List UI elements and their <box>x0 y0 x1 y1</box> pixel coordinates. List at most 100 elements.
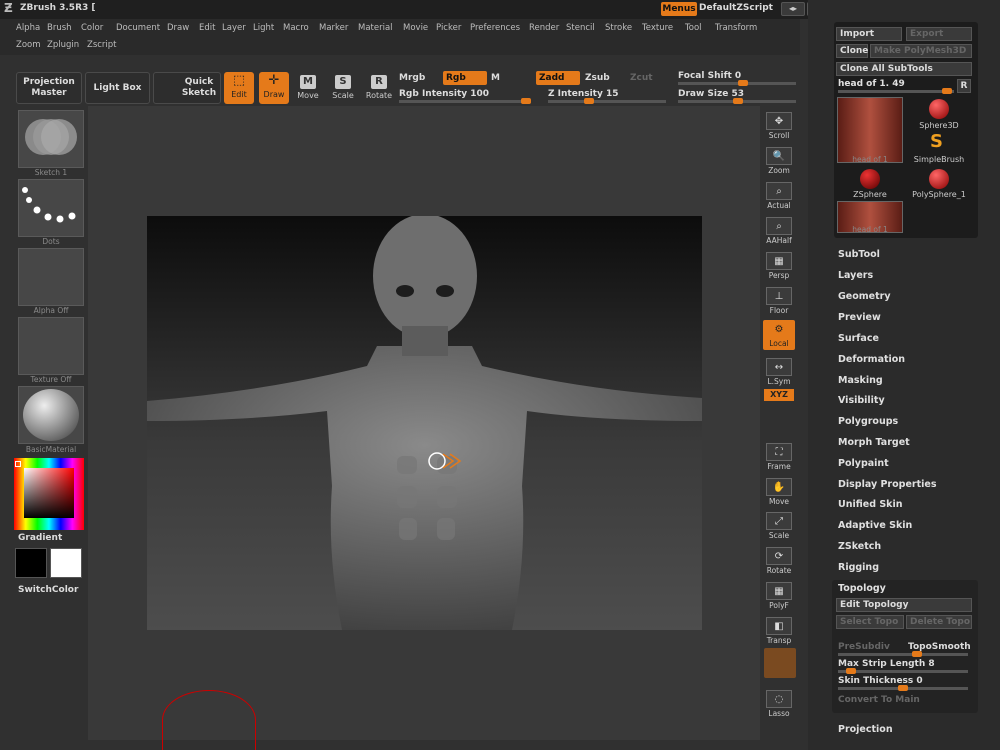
slider-knob[interactable] <box>521 98 531 104</box>
draw-size-slider[interactable] <box>678 98 796 104</box>
focal-shift-slider[interactable] <box>678 80 796 86</box>
ghost-button[interactable] <box>764 648 796 678</box>
polygroups-menu[interactable]: Polygroups <box>838 416 898 427</box>
slider-knob[interactable] <box>846 668 856 674</box>
slider-knob[interactable] <box>898 685 908 691</box>
menu-light[interactable]: Light <box>253 23 274 33</box>
default-zscript-label[interactable]: DefaultZScript <box>699 3 773 13</box>
simplebrush-icon[interactable]: S <box>930 131 943 152</box>
menu-transform[interactable]: Transform <box>715 23 757 33</box>
switch-color-button[interactable]: SwitchColor <box>18 585 78 595</box>
subtool-menu[interactable]: SubTool <box>838 249 880 260</box>
menu-material[interactable]: Material <box>358 23 393 33</box>
select-topo-button[interactable]: Select Topo <box>836 615 904 629</box>
menu-texture[interactable]: Texture <box>642 23 673 33</box>
transp-button[interactable]: ◧ Transp <box>763 617 795 647</box>
polypaint-menu[interactable]: Polypaint <box>838 458 889 469</box>
zcut-toggle[interactable]: Zcut <box>630 73 653 83</box>
menu-stroke[interactable]: Stroke <box>605 23 632 33</box>
tool-thumb-head[interactable] <box>837 97 903 163</box>
visibility-menu[interactable]: Visibility <box>838 395 885 406</box>
surface-menu[interactable]: Surface <box>838 333 879 344</box>
presubdiv-label[interactable]: PreSubdiv <box>838 642 890 652</box>
tool-slider[interactable] <box>838 88 954 94</box>
titlebar-nav-icon[interactable]: ◂▸ <box>781 2 805 16</box>
gradient-label[interactable]: Gradient <box>18 533 62 543</box>
lasso-button[interactable]: ◌ Lasso <box>763 690 795 720</box>
topology-header[interactable]: Topology <box>838 583 886 594</box>
menu-color[interactable]: Color <box>81 23 103 33</box>
menu-draw[interactable]: Draw <box>167 23 189 33</box>
floor-button[interactable]: ⊥ Floor <box>763 287 795 317</box>
m-toggle[interactable]: M <box>491 73 500 83</box>
menu-zoom[interactable]: Zoom <box>16 40 41 50</box>
slider-knob[interactable] <box>733 98 743 104</box>
menu-preferences[interactable]: Preferences <box>470 23 520 33</box>
stroke-thumbnail[interactable] <box>18 179 84 237</box>
menu-movie[interactable]: Movie <box>403 23 428 33</box>
edit-button[interactable]: ⬚ Edit <box>224 72 254 104</box>
rgb-intensity-slider[interactable] <box>399 98 531 104</box>
menu-edit[interactable]: Edit <box>199 23 215 33</box>
menu-layer[interactable]: Layer <box>222 23 246 33</box>
import-button[interactable]: Import <box>836 27 902 41</box>
preview-menu[interactable]: Preview <box>838 312 881 323</box>
mrgb-toggle[interactable]: Mrgb <box>399 73 425 83</box>
material-thumbnail[interactable] <box>18 386 84 444</box>
adaptive-skin-menu[interactable]: Adaptive Skin <box>838 520 912 531</box>
layers-menu[interactable]: Layers <box>838 270 873 281</box>
xyz-button[interactable]: XYZ <box>764 389 794 401</box>
menu-stencil[interactable]: Stencil <box>566 23 595 33</box>
export-button[interactable]: Export <box>906 27 972 41</box>
current-tool-label[interactable]: head of 1. 49 <box>838 79 905 89</box>
zadd-toggle[interactable]: Zadd <box>536 71 580 85</box>
geometry-menu[interactable]: Geometry <box>838 291 891 302</box>
menu-zplugin[interactable]: Zplugin <box>47 40 79 50</box>
rotate-button[interactable]: R Rotate <box>363 72 395 104</box>
move-button[interactable]: M Move <box>292 72 324 104</box>
max-strip-slider[interactable] <box>838 668 968 674</box>
topo-slider[interactable] <box>838 651 968 657</box>
sphere3d-icon[interactable] <box>929 99 949 119</box>
menu-brush[interactable]: Brush <box>47 23 72 33</box>
actual-button[interactable]: ⌕ Actual <box>763 182 795 212</box>
aahalf-button[interactable]: ⌕ AAHalf <box>763 217 795 247</box>
edit-topology-button[interactable]: Edit Topology <box>836 598 972 612</box>
menu-zscript[interactable]: Zscript <box>87 40 117 50</box>
light-box-button[interactable]: Light Box <box>85 72 150 104</box>
primary-color-swatch[interactable] <box>15 548 47 578</box>
lsym-button[interactable]: ↔ L.Sym <box>763 358 795 388</box>
delete-topo-button[interactable]: Delete Topo <box>906 615 972 629</box>
slider-knob[interactable] <box>738 80 748 86</box>
polyf-button[interactable]: ▦ PolyF <box>763 582 795 612</box>
menu-picker[interactable]: Picker <box>436 23 461 33</box>
rigging-menu[interactable]: Rigging <box>838 562 879 573</box>
polysphere-icon[interactable] <box>929 169 949 189</box>
frame-button[interactable]: ⛶ Frame <box>763 443 795 473</box>
zsketch-menu[interactable]: ZSketch <box>838 541 881 552</box>
draw-button[interactable]: ✛ Draw <box>259 72 289 104</box>
menu-marker[interactable]: Marker <box>319 23 348 33</box>
scale-view-button[interactable]: ⤢ Scale <box>763 512 795 542</box>
menu-macro[interactable]: Macro <box>283 23 309 33</box>
deformation-menu[interactable]: Deformation <box>838 354 905 365</box>
clone-all-subtools-button[interactable]: Clone All SubTools <box>836 62 972 76</box>
slider-knob[interactable] <box>584 98 594 104</box>
texture-thumbnail[interactable] <box>18 317 84 375</box>
slider-knob[interactable] <box>942 88 952 94</box>
alpha-thumbnail[interactable] <box>18 248 84 306</box>
rotate-view-button[interactable]: ⟳ Rotate <box>763 547 795 577</box>
menu-document[interactable]: Document <box>116 23 160 33</box>
color-square[interactable] <box>24 468 74 518</box>
masking-menu[interactable]: Masking <box>838 375 883 386</box>
skin-thickness-slider[interactable] <box>838 685 968 691</box>
scale-button[interactable]: S Scale <box>327 72 359 104</box>
tool-r-button[interactable]: R <box>957 79 971 93</box>
zsub-toggle[interactable]: Zsub <box>585 73 610 83</box>
persp-button[interactable]: ▦ Persp <box>763 252 795 282</box>
color-picker[interactable] <box>14 458 84 530</box>
menu-render[interactable]: Render <box>529 23 559 33</box>
local-button[interactable]: ⚙ Local <box>763 320 795 350</box>
secondary-color-swatch[interactable] <box>50 548 82 578</box>
move-view-button[interactable]: ✋ Move <box>763 478 795 508</box>
